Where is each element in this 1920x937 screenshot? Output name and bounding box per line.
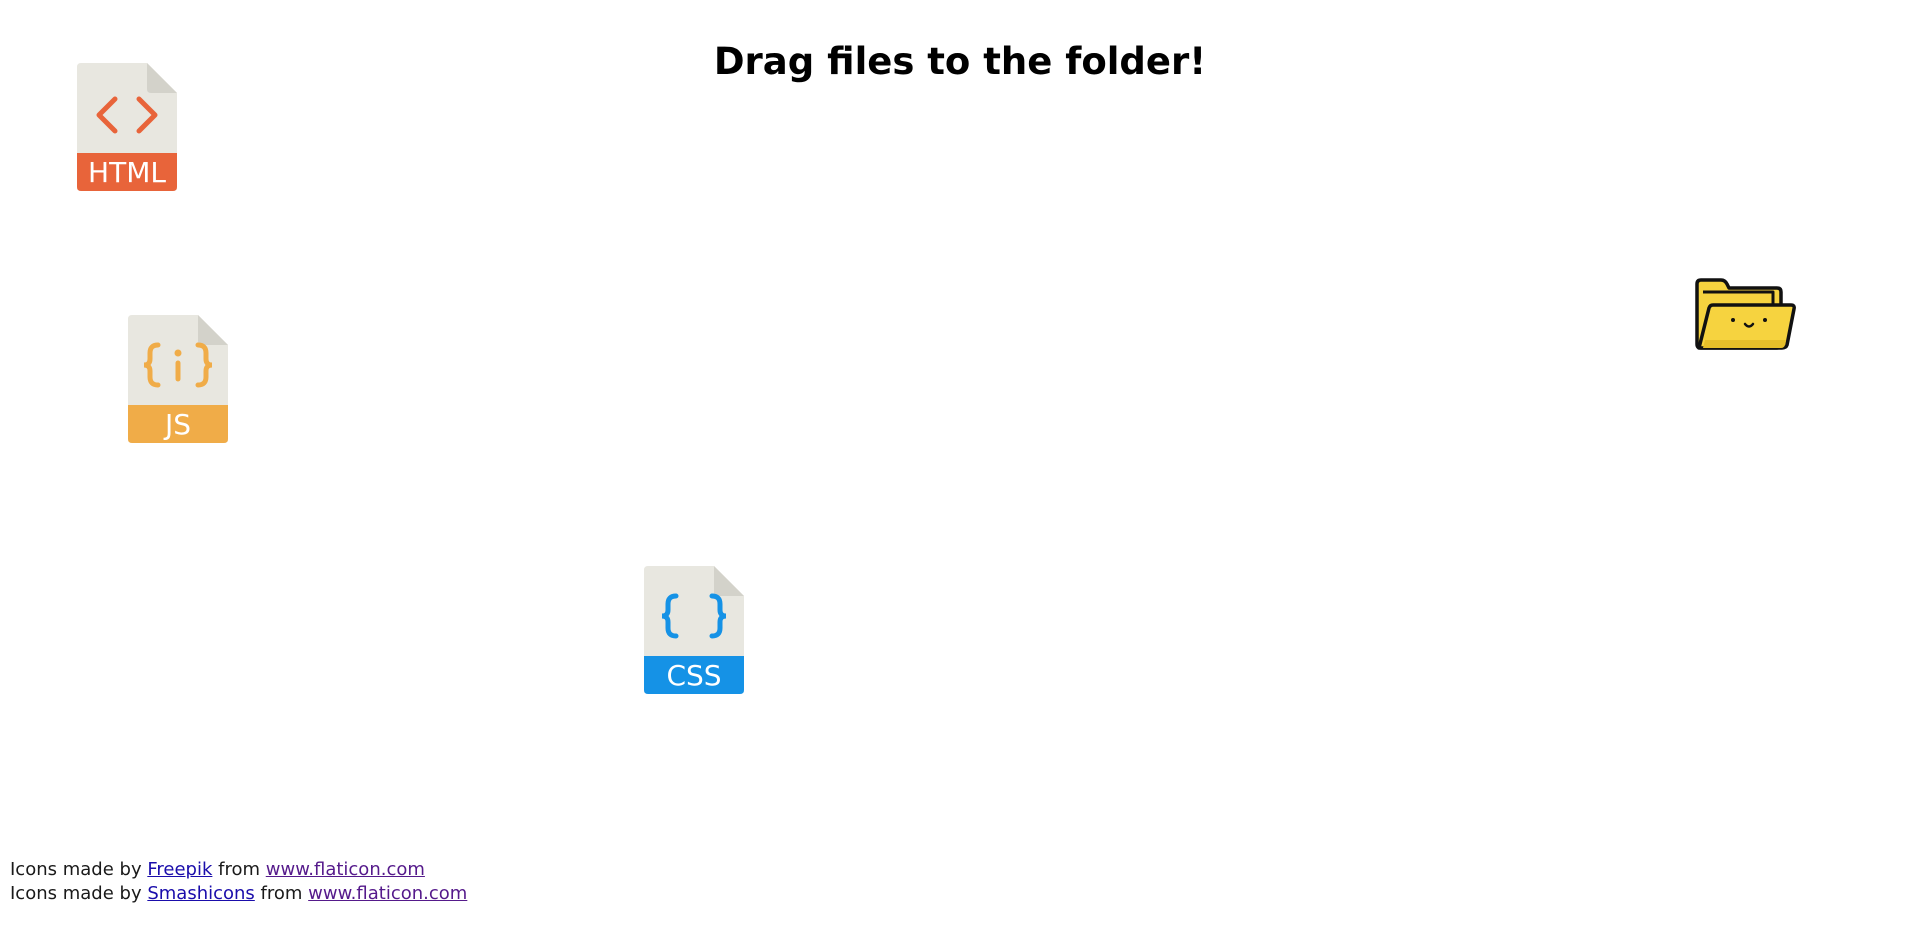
credit-middle: from <box>260 883 303 904</box>
attribution-credits: Icons made by Freepik from www.flaticon.… <box>10 858 467 906</box>
credit-prefix: Icons made by <box>10 883 142 904</box>
css-file-graphic: CSS <box>644 566 744 694</box>
credit-prefix: Icons made by <box>10 859 142 880</box>
credit-line-smashicons: Icons made by Smashicons from www.flatic… <box>10 882 467 906</box>
html-file-label: HTML <box>88 156 166 189</box>
js-file-icon[interactable]: JS <box>128 315 228 443</box>
freepik-link[interactable]: Freepik <box>147 859 212 880</box>
folder-drop-target-icon[interactable] <box>1693 278 1797 352</box>
css-file-label: CSS <box>666 659 721 692</box>
html-file-icon[interactable]: HTML <box>77 63 177 191</box>
js-file-label: JS <box>163 408 191 441</box>
credit-middle: from <box>218 859 261 880</box>
js-file-graphic: JS <box>128 315 228 443</box>
folder-graphic <box>1695 278 1796 350</box>
flaticon-link[interactable]: www.flaticon.com <box>308 883 467 904</box>
css-file-icon[interactable]: CSS <box>644 566 744 694</box>
smashicons-link[interactable]: Smashicons <box>147 883 254 904</box>
credit-line-freepik: Icons made by Freepik from www.flaticon.… <box>10 858 467 882</box>
page-title: Drag files to the folder! <box>713 40 1207 83</box>
drag-drop-stage: Drag files to the folder! HTML JS CSS Ic… <box>0 0 1920 937</box>
html-file-graphic: HTML <box>77 63 177 191</box>
flaticon-link[interactable]: www.flaticon.com <box>266 859 425 880</box>
